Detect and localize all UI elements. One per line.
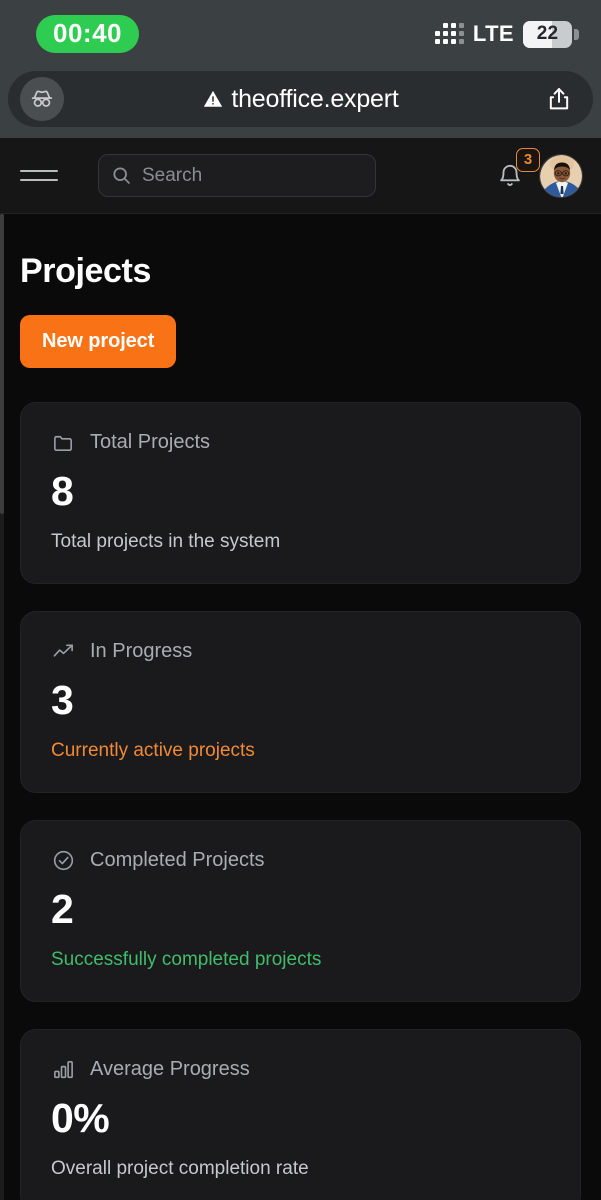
scrollbar-thumb[interactable] bbox=[0, 214, 4, 514]
stat-card-in-progress[interactable]: In Progress 3 Currently active projects bbox=[20, 611, 581, 793]
card-label: Completed Projects bbox=[90, 849, 265, 871]
new-project-button[interactable]: New project bbox=[20, 315, 177, 368]
card-header: Total Projects bbox=[51, 430, 550, 455]
browser-toolbar: theoffice.expert bbox=[0, 68, 601, 138]
search-icon bbox=[113, 167, 130, 184]
phone-status-bar: 00:40 LTE 22 bbox=[0, 0, 601, 68]
user-avatar[interactable] bbox=[539, 153, 583, 198]
card-description: Overall project completion rate bbox=[51, 1158, 309, 1179]
card-header: In Progress bbox=[51, 639, 550, 664]
card-value: 3 bbox=[51, 677, 74, 723]
card-header: Completed Projects bbox=[51, 848, 550, 873]
url-text: theoffice.expert bbox=[231, 84, 399, 113]
card-description: Currently active projects bbox=[51, 740, 255, 761]
search-input[interactable]: Search bbox=[98, 154, 376, 197]
notification-count-badge: 3 bbox=[516, 147, 540, 172]
page-scrollbar[interactable] bbox=[0, 214, 4, 1200]
card-description: Successfully completed projects bbox=[51, 949, 322, 970]
folder-icon bbox=[51, 430, 76, 455]
battery-icon: 22 bbox=[523, 20, 579, 48]
stat-card-average-progress[interactable]: Average Progress 0% Overall project comp… bbox=[20, 1029, 581, 1200]
trending-up-icon bbox=[51, 639, 76, 664]
search-placeholder: Search bbox=[142, 164, 203, 186]
incognito-icon[interactable] bbox=[20, 77, 64, 121]
projects-page: Projects New project Total Projects 8 To… bbox=[0, 214, 601, 1200]
recording-timer: 00:40 bbox=[36, 15, 139, 53]
card-label: In Progress bbox=[90, 640, 193, 662]
card-description: Total projects in the system bbox=[51, 531, 281, 552]
warning-triangle-icon bbox=[204, 90, 223, 107]
card-value: 2 bbox=[51, 886, 74, 932]
card-label: Total Projects bbox=[90, 431, 211, 453]
card-value: 8 bbox=[51, 468, 74, 514]
network-type-label: LTE bbox=[472, 21, 514, 46]
share-icon[interactable] bbox=[537, 77, 581, 121]
bar-chart-icon bbox=[51, 1057, 76, 1082]
signal-dots-icon bbox=[434, 23, 464, 44]
card-value: 0% bbox=[51, 1095, 110, 1141]
card-label: Average Progress bbox=[90, 1058, 250, 1080]
stat-card-total-projects[interactable]: Total Projects 8 Total projects in the s… bbox=[20, 402, 581, 584]
app-header: Search 3 bbox=[0, 138, 601, 214]
check-circle-icon bbox=[51, 848, 76, 873]
url-display[interactable]: theoffice.expert bbox=[64, 85, 537, 114]
hamburger-menu-icon[interactable] bbox=[20, 157, 58, 195]
stats-card-list: Total Projects 8 Total projects in the s… bbox=[20, 402, 581, 1200]
notifications-button[interactable]: 3 bbox=[493, 147, 540, 195]
card-header: Average Progress bbox=[51, 1057, 550, 1082]
page-title: Projects bbox=[20, 252, 151, 290]
address-bar[interactable]: theoffice.expert bbox=[8, 71, 593, 127]
header-actions: 3 bbox=[493, 147, 583, 198]
status-indicators: LTE 22 bbox=[434, 20, 579, 48]
battery-level-text: 22 bbox=[536, 23, 559, 44]
stat-card-completed-projects[interactable]: Completed Projects 2 Successfully comple… bbox=[20, 820, 581, 1002]
